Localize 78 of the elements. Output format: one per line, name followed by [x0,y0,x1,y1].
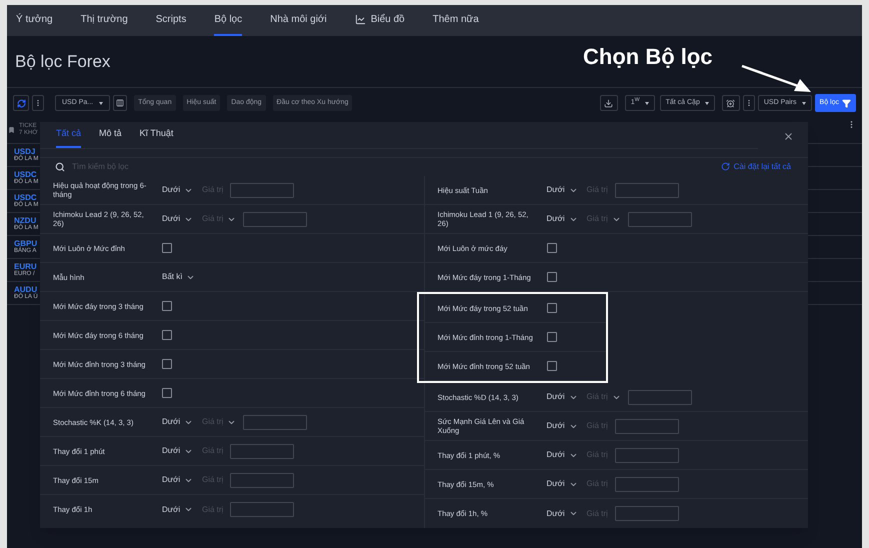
alarm-clock-icon [726,98,736,108]
dropdown-arrow-icon [644,102,649,104]
checkbox[interactable] [546,272,556,282]
nav-tab[interactable]: Ý tưởng [16,5,53,36]
annotation-text: Chọn Bộ lọc [583,43,713,71]
value-input[interactable] [628,390,692,404]
nav-tab[interactable]: Thị trường [80,5,128,36]
value-input[interactable] [628,212,692,226]
nav-tab[interactable]: Nhà môi giới [270,5,327,36]
value-input[interactable] [614,182,679,198]
close-icon [783,131,794,142]
nav-tab[interactable]: Bộ lọc [214,5,242,36]
value-input[interactable] [614,448,679,462]
value-input[interactable] [230,472,294,488]
checkbox[interactable] [162,388,172,398]
operator-dropdown[interactable]: Dưới [162,213,202,225]
ticker-symbol[interactable]: GBPU [14,239,38,248]
caret-icon [568,509,578,518]
ticker-symbol[interactable]: USDC [14,193,37,202]
operator-dropdown[interactable]: Dưới [546,449,586,461]
columns-icon [116,99,124,107]
value-input[interactable] [230,444,294,458]
pattern-dropdown[interactable]: Bất kì [162,271,196,283]
refresh-button[interactable] [13,95,29,111]
dropdown-arrow-icon [704,102,709,104]
bookmark-icon [8,126,15,134]
checkbox[interactable] [162,330,172,340]
nav-tab[interactable]: Thêm nữa [432,5,479,36]
checkbox[interactable] [546,303,556,313]
operator-dropdown[interactable]: Dưới [546,420,586,432]
ticker-symbol[interactable]: NZDU [14,216,36,225]
operator-dropdown[interactable]: Dưới [546,508,586,520]
value-input[interactable] [614,476,679,492]
more-button[interactable] [32,95,44,111]
page-title: Bộ lọc Forex [15,50,110,73]
value-input[interactable] [243,212,308,226]
ticker-symbol[interactable]: USDJ [14,147,36,156]
dropdown-arrow-icon [99,102,104,104]
value-input[interactable] [614,506,679,521]
operator-dropdown[interactable]: Dưới [546,391,586,403]
ticker-symbol[interactable]: AUDU [14,285,38,294]
ticker-symbol[interactable]: EURU [14,262,37,271]
operator-dropdown[interactable]: Dưới [162,445,202,457]
nav-tab[interactable]: Biểu đồ [354,5,405,36]
search-icon [55,162,65,172]
checkbox[interactable] [162,301,172,311]
chart-icon [354,14,366,25]
nav-tab[interactable]: Scripts [156,5,186,36]
operator-dropdown[interactable]: Dưới [546,184,586,196]
dropdown-arrow-icon [802,102,806,104]
value-input[interactable] [614,418,679,434]
download-button[interactable] [600,95,618,111]
filter-icon [842,98,851,108]
alert-button[interactable] [722,95,740,111]
checkbox[interactable] [162,243,172,253]
caret-icon [184,505,194,514]
operator-dropdown[interactable]: Dưới [162,184,202,196]
close-button[interactable] [783,131,794,142]
operator-dropdown[interactable]: Dưới [162,504,202,516]
checkbox[interactable] [546,332,556,342]
download-icon [604,98,614,108]
operator-dropdown[interactable]: Dưới [162,474,202,486]
operator-dropdown[interactable]: Dưới [546,478,586,490]
checkbox[interactable] [546,243,556,253]
value-input[interactable] [230,502,294,517]
columns-button[interactable] [113,95,128,111]
value-input[interactable] [243,414,308,430]
refresh-icon [16,98,26,108]
reset-icon [720,162,730,172]
annotation-arrow [740,64,812,93]
checkbox[interactable] [162,359,172,369]
checkbox[interactable] [546,361,556,371]
filter-tab[interactable]: Mô tả [99,122,122,148]
operator-dropdown[interactable]: Dưới [162,416,202,428]
operator-dropdown[interactable]: Dưới [546,213,586,225]
ticker-symbol[interactable]: USDC [14,170,37,179]
value-input[interactable] [230,182,294,198]
filter-tab[interactable]: Kĩ Thuật [140,122,174,148]
